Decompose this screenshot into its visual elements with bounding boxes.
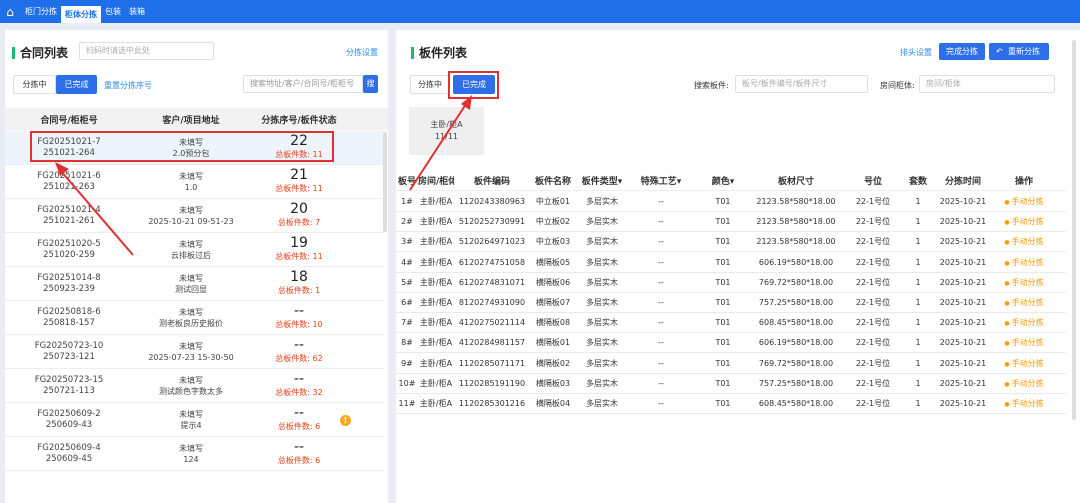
arrow-head-row bbox=[55, 162, 69, 176]
arrow-to-tab bbox=[409, 100, 469, 191]
watermark-text: 大数跨境 bbox=[36, 470, 121, 494]
arrow-to-row bbox=[59, 169, 134, 256]
watermark: ◎ 大数跨境 bbox=[8, 466, 121, 495]
watermark-logo-icon: ◎ bbox=[8, 472, 33, 495]
annotation-arrows bbox=[55, 95, 472, 256]
